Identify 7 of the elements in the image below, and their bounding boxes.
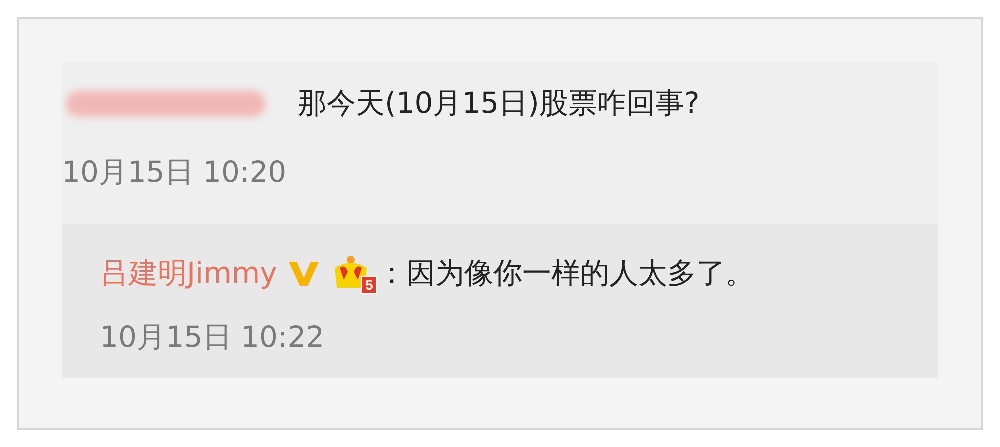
timestamp: 10月15日 10:20 [62, 154, 287, 188]
level-badge: 5 [361, 276, 378, 294]
reply-text: 因为像你一样的人太多了。 [406, 255, 754, 292]
timestamp: 10月15日 10:22 [100, 318, 325, 356]
reply-author[interactable]: 吕建明Jimmy [100, 252, 278, 296]
colon: ： [377, 255, 406, 292]
comment-text: 那今天(10月15日)股票咋回事? [298, 85, 700, 122]
